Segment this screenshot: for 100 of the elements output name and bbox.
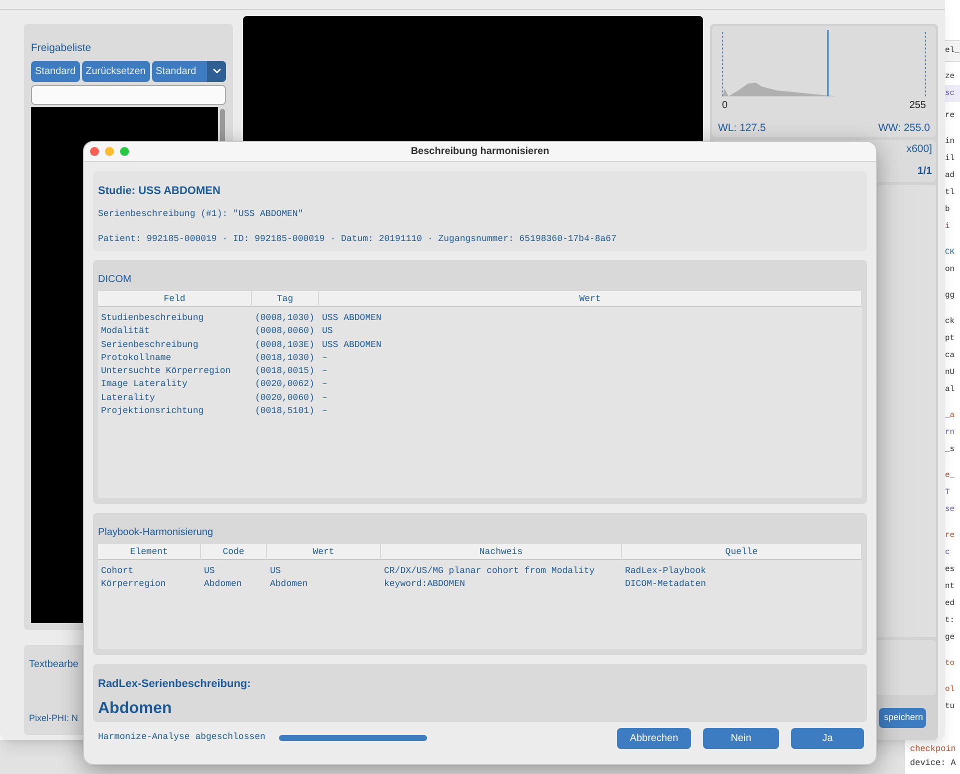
column-header[interactable]: Element	[98, 544, 201, 560]
code-line: pt	[945, 333, 956, 345]
code-line: re	[945, 110, 956, 122]
code-line: nt	[945, 581, 956, 593]
study-heading: Studie: USS ABDOMEN	[98, 184, 222, 199]
code-line: t:	[945, 615, 956, 627]
code-line: es	[945, 564, 956, 576]
image-dimensions: x600]	[906, 142, 932, 158]
column-header[interactable]: Nachweis	[381, 544, 622, 560]
code-line: ck	[945, 316, 956, 328]
code-line: i	[945, 221, 951, 233]
zoom-icon[interactable]	[120, 147, 129, 156]
table-cell-text: (0008,103E)	[254, 338, 316, 352]
table-cell-text: Projektionsrichtung	[100, 405, 205, 418]
toolbar-button[interactable]: Zurücksetzen	[82, 60, 150, 82]
search-field[interactable]	[31, 84, 226, 105]
code-line: al	[945, 384, 956, 396]
code-line: ge	[945, 632, 956, 644]
column-header[interactable]: Wert	[319, 291, 862, 307]
code-line: ad	[945, 170, 956, 182]
column-header[interactable]: Tag	[252, 291, 319, 307]
pixel-phi-label: Pixel-PHI: N	[29, 712, 80, 724]
column-header[interactable]: Wert	[267, 544, 381, 560]
table-cell-text: (0018,5101)	[254, 405, 316, 418]
code-line: checkpoin	[910, 743, 956, 756]
code-line: in	[945, 136, 956, 148]
dialog-button[interactable]: Abbrechen	[617, 728, 691, 748]
frame-counter: 1/1	[917, 164, 932, 179]
table-cell-text: USS ABDOMEN	[321, 312, 382, 325]
save-button[interactable]: speichern	[879, 708, 926, 728]
code-line: gg	[945, 290, 956, 302]
table-cell-text: Untersuchte Körperregion	[100, 365, 232, 378]
table-cell-text: Körperregion	[100, 578, 167, 592]
table-cell-text: (0008,0060)	[254, 325, 316, 338]
code-line: CK	[945, 247, 956, 259]
toolbar-button[interactable]: Standard	[31, 60, 80, 82]
status-text: Harmonize-Analyse abgeschlossen	[98, 731, 266, 744]
code-line: tl	[945, 187, 956, 199]
column-header[interactable]: Feld	[98, 291, 252, 307]
code-line: il	[945, 153, 956, 165]
table-cell-text: Cohort	[100, 565, 134, 578]
window-level-label: WL: 127.5	[718, 121, 766, 136]
section-title: Playbook-Harmonisierung	[98, 526, 214, 540]
table-cell-text: –	[321, 378, 328, 392]
code-line: tu	[945, 701, 956, 713]
column-header[interactable]: Quelle	[622, 544, 862, 560]
code-line: e_	[945, 470, 956, 482]
patient-info: Patient: 992185-000019 · ID: 992185-000019 · Datum: 20191110 · Zugangsnummer: 65198360-17b4-8a67	[98, 233, 618, 246]
close-icon[interactable]	[90, 147, 99, 156]
code-line: ze	[945, 71, 956, 83]
table-cell-text: –	[321, 405, 328, 418]
table-cell-text: Laterality	[100, 392, 156, 405]
table-cell-text: Abdomen	[203, 578, 243, 592]
code-line: _a	[945, 410, 956, 422]
dialog-button[interactable]: Nein	[703, 728, 779, 748]
axis-min-label: 0	[722, 99, 728, 114]
table-cell-text: Abdomen	[269, 578, 309, 592]
table-cell-text: Serienbeschreibung	[100, 338, 200, 352]
table-cell-text: (0018,1030)	[254, 352, 316, 365]
code-line: to	[945, 658, 956, 670]
table-cell-text: (0020,0062)	[254, 378, 316, 392]
code-line: on	[945, 264, 956, 276]
code-line: ol	[945, 684, 956, 696]
radlex-value: Abdomen	[98, 698, 173, 718]
section-title: DICOM	[98, 273, 132, 287]
table-cell-text: (0018,0015)	[254, 365, 316, 378]
table-cell-text: –	[321, 392, 328, 405]
table-cell-text: RadLex-Playbook	[624, 565, 708, 578]
table-cell-text: keyword:ABDOMEN	[383, 578, 466, 592]
code-line: ed	[945, 598, 956, 610]
code-line: sc	[945, 88, 956, 100]
code-line: b	[945, 204, 951, 216]
series-description: Serienbeschreibung (#1): "USS ABDOMEN"	[98, 208, 304, 220]
axis-max-label: 255	[909, 99, 926, 114]
code-line: rn	[945, 427, 956, 439]
code-line: T	[945, 487, 951, 499]
table-cell-text: (0020,0060)	[254, 392, 316, 405]
table-cell-text: US	[321, 325, 334, 338]
table-cell-text: Protokollname	[100, 352, 172, 365]
table-cell-text: DICOM-Metadaten	[624, 578, 708, 592]
window-title: Beschreibung harmonisieren	[410, 145, 550, 159]
column-header[interactable]: Code	[201, 544, 267, 560]
radlex-label: RadLex-Serienbeschreibung:	[98, 677, 252, 692]
code-line: nU	[945, 367, 956, 379]
table-cell-text: Image Laterality	[100, 378, 188, 392]
table-cell-text: US	[269, 565, 282, 578]
window-width-label: WW: 255.0	[878, 121, 930, 136]
preset-dropdown[interactable]: Standard	[152, 60, 226, 82]
table-cell-text: CR/DX/US/MG planar cohort from Modality	[383, 565, 596, 578]
panel-title: Textbearbe	[29, 658, 80, 672]
dialog-button[interactable]: Ja	[791, 728, 864, 748]
table-cell-text: Studienbeschreibung	[100, 312, 205, 325]
code-line: _s	[945, 444, 956, 456]
table-cell-text: –	[321, 352, 328, 365]
code-line: se	[945, 504, 956, 516]
code-line: c	[945, 547, 951, 559]
minimize-icon[interactable]	[105, 147, 114, 156]
table-cell-text: USS ABDOMEN	[321, 338, 382, 352]
table-cell-text: US	[203, 565, 216, 578]
panel-title: Freigabeliste	[31, 41, 92, 56]
